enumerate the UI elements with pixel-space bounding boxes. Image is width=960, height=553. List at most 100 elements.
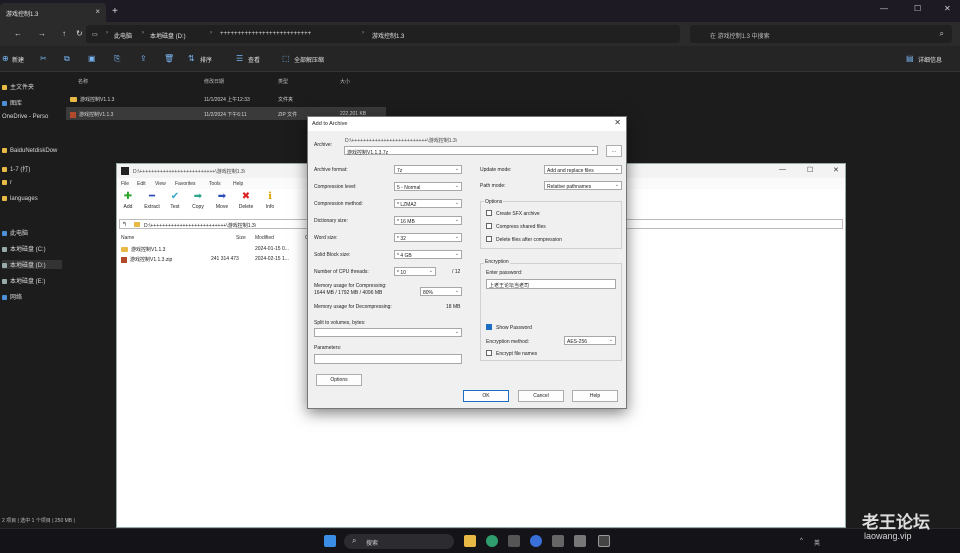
- delete-button[interactable]: ✖ Delete: [235, 191, 257, 210]
- close-icon[interactable]: ✕: [944, 4, 951, 13]
- solid-block-select[interactable]: * 4 GB ⌄: [394, 250, 462, 259]
- 7zip-row-name[interactable]: 游戏控制V1.1.3.zip: [121, 256, 172, 263]
- ok-button[interactable]: OK: [463, 390, 509, 402]
- browse-button[interactable]: ...: [606, 145, 622, 157]
- file-row[interactable]: 游戏控制V1.1.3 11/1/2024 上午12:33 文件夹: [66, 92, 386, 105]
- options-button[interactable]: Options: [316, 374, 362, 386]
- sidebar-item-gallery[interactable]: 图库: [2, 98, 22, 107]
- sidebar-item-drive-c[interactable]: 本地磁盘 (C:): [2, 244, 46, 253]
- breadcrumb-item[interactable]: 本地磁盘 (D:): [150, 31, 186, 40]
- column-header-size[interactable]: Size: [236, 235, 246, 241]
- column-header-date[interactable]: 修改日期: [204, 78, 224, 85]
- sidebar-item-network[interactable]: 网络: [2, 292, 22, 301]
- refresh-icon[interactable]: ↻: [76, 29, 83, 38]
- encryption-method-select[interactable]: AES-256 ⌄: [564, 336, 616, 345]
- breadcrumb-item[interactable]: 游戏控制1.3: [372, 31, 404, 40]
- taskbar-search[interactable]: ⌕ 搜索: [344, 534, 454, 549]
- close-icon[interactable]: ✕: [833, 166, 839, 174]
- cpu-threads-select[interactable]: * 10 ⌄: [394, 267, 436, 276]
- dictionary-size-select[interactable]: * 16 MB ⌄: [394, 216, 462, 225]
- file-explorer-icon[interactable]: [464, 535, 476, 547]
- sidebar-item-home[interactable]: 主文件夹: [2, 82, 34, 91]
- add-button[interactable]: ✚ Add: [117, 191, 139, 210]
- app-icon[interactable]: [552, 535, 564, 547]
- address-bar[interactable]: ▭ › 此电脑 › 本地磁盘 (D:) › ++++++++++++++++++…: [86, 25, 680, 43]
- word-size-select[interactable]: * 32 ⌄: [394, 233, 462, 242]
- minimize-icon[interactable]: —: [880, 4, 888, 13]
- breadcrumb-item[interactable]: 此电脑: [114, 31, 132, 40]
- compression-method-select[interactable]: * LZMA2 ⌄: [394, 199, 462, 208]
- info-button[interactable]: ℹ Info: [259, 191, 281, 210]
- menu-favorites[interactable]: Favorites: [175, 181, 196, 187]
- move-button[interactable]: ➡ Move: [211, 191, 233, 210]
- parameters-input[interactable]: [314, 354, 462, 364]
- sidebar-item-this-pc[interactable]: 此电脑: [2, 228, 28, 237]
- sidebar-item-onedrive[interactable]: OneDrive - Perso: [2, 114, 48, 120]
- new-button[interactable]: 新建: [12, 55, 24, 64]
- sidebar-item-drive-e[interactable]: 本地磁盘 (E:): [2, 276, 45, 285]
- update-mode-select[interactable]: Add and replace files ⌄: [544, 165, 622, 174]
- test-button[interactable]: ✔ Test: [164, 191, 186, 210]
- encrypt-names-checkbox[interactable]: [486, 350, 492, 356]
- 7zip-taskbar-icon[interactable]: [598, 535, 610, 547]
- app-icon[interactable]: [574, 535, 586, 547]
- menu-view[interactable]: View: [155, 181, 166, 187]
- copy-icon[interactable]: ⧉: [64, 54, 70, 64]
- maximize-icon[interactable]: ☐: [914, 4, 921, 13]
- password-input[interactable]: 上老王论坛当老司: [486, 279, 616, 289]
- explorer-tab[interactable]: 游戏控制1.3 ×: [0, 3, 106, 22]
- column-header-type[interactable]: 类型: [278, 78, 288, 85]
- app-icon[interactable]: [508, 535, 520, 547]
- cancel-button[interactable]: Cancel: [518, 390, 564, 402]
- column-header-name[interactable]: 名称: [78, 78, 88, 85]
- paste-icon[interactable]: ▣: [88, 54, 96, 63]
- sidebar-item-1-7[interactable]: 1-7 (打): [2, 164, 30, 173]
- app-icon[interactable]: [530, 535, 542, 547]
- edge-icon[interactable]: [486, 535, 498, 547]
- column-header-modified[interactable]: Modified: [255, 235, 274, 241]
- cut-icon[interactable]: ✂: [40, 54, 47, 63]
- tray-chevron-icon[interactable]: ^: [800, 538, 803, 544]
- minimize-icon[interactable]: —: [779, 166, 786, 173]
- new-tab-icon[interactable]: +: [112, 6, 118, 17]
- extract-all-button[interactable]: 全部解压缩: [294, 55, 324, 64]
- view-button[interactable]: 查看: [248, 55, 260, 64]
- help-button[interactable]: Help: [572, 390, 618, 402]
- details-button[interactable]: 详细信息: [918, 55, 942, 64]
- path-mode-select[interactable]: Relative pathnames ⌄: [544, 181, 622, 190]
- compression-level-select[interactable]: 5 - Normal ⌄: [394, 182, 462, 191]
- breadcrumb-item[interactable]: ++++++++++++++++++++++++++: [220, 31, 311, 37]
- rename-icon[interactable]: ⎘: [114, 54, 120, 64]
- ime-indicator[interactable]: 英: [814, 538, 820, 547]
- memory-usage-select[interactable]: 80% ⌄: [420, 287, 462, 296]
- sidebar-item-languages[interactable]: languages: [2, 196, 38, 202]
- split-volumes-combo[interactable]: ⌄: [314, 328, 462, 337]
- column-header-size[interactable]: 大小: [340, 78, 350, 85]
- copy-button[interactable]: ➡ Copy: [187, 191, 209, 210]
- archive-format-select[interactable]: 7z ⌄: [394, 165, 462, 174]
- sort-button[interactable]: 排序: [200, 55, 212, 64]
- sidebar-item-r[interactable]: r: [2, 180, 12, 186]
- menu-help[interactable]: Help: [233, 181, 243, 187]
- delete-checkbox[interactable]: [486, 236, 492, 242]
- sidebar-item-baidu[interactable]: BaiduNetdiskDow: [2, 148, 57, 154]
- 7zip-row-name[interactable]: 游戏控制V1.1.3: [121, 246, 165, 253]
- delete-icon[interactable]: 🗑: [164, 54, 174, 63]
- up-icon[interactable]: ↑: [62, 29, 66, 38]
- sidebar-item-drive-d[interactable]: 本地磁盘 (D:): [2, 260, 62, 269]
- forward-icon[interactable]: →: [38, 29, 46, 38]
- start-icon[interactable]: [324, 535, 336, 547]
- sfx-checkbox[interactable]: [486, 210, 492, 216]
- share-icon[interactable]: ⇪: [140, 54, 147, 63]
- search-box[interactable]: 在 游戏控制1.3 中搜索 ⌕: [690, 25, 952, 43]
- maximize-icon[interactable]: ☐: [807, 166, 813, 174]
- close-icon[interactable]: ✕: [614, 118, 621, 127]
- shared-checkbox[interactable]: [486, 223, 492, 229]
- column-header-name[interactable]: Name: [121, 235, 134, 241]
- show-password-checkbox[interactable]: [486, 324, 492, 330]
- extract-button[interactable]: ━ Extract: [141, 191, 163, 210]
- menu-edit[interactable]: Edit: [137, 181, 146, 187]
- archive-name-combo[interactable]: 游戏控制V1.1.3.7z ⌄: [344, 146, 598, 156]
- up-folder-icon[interactable]: ↰: [122, 221, 127, 228]
- close-tab-icon[interactable]: ×: [95, 7, 100, 16]
